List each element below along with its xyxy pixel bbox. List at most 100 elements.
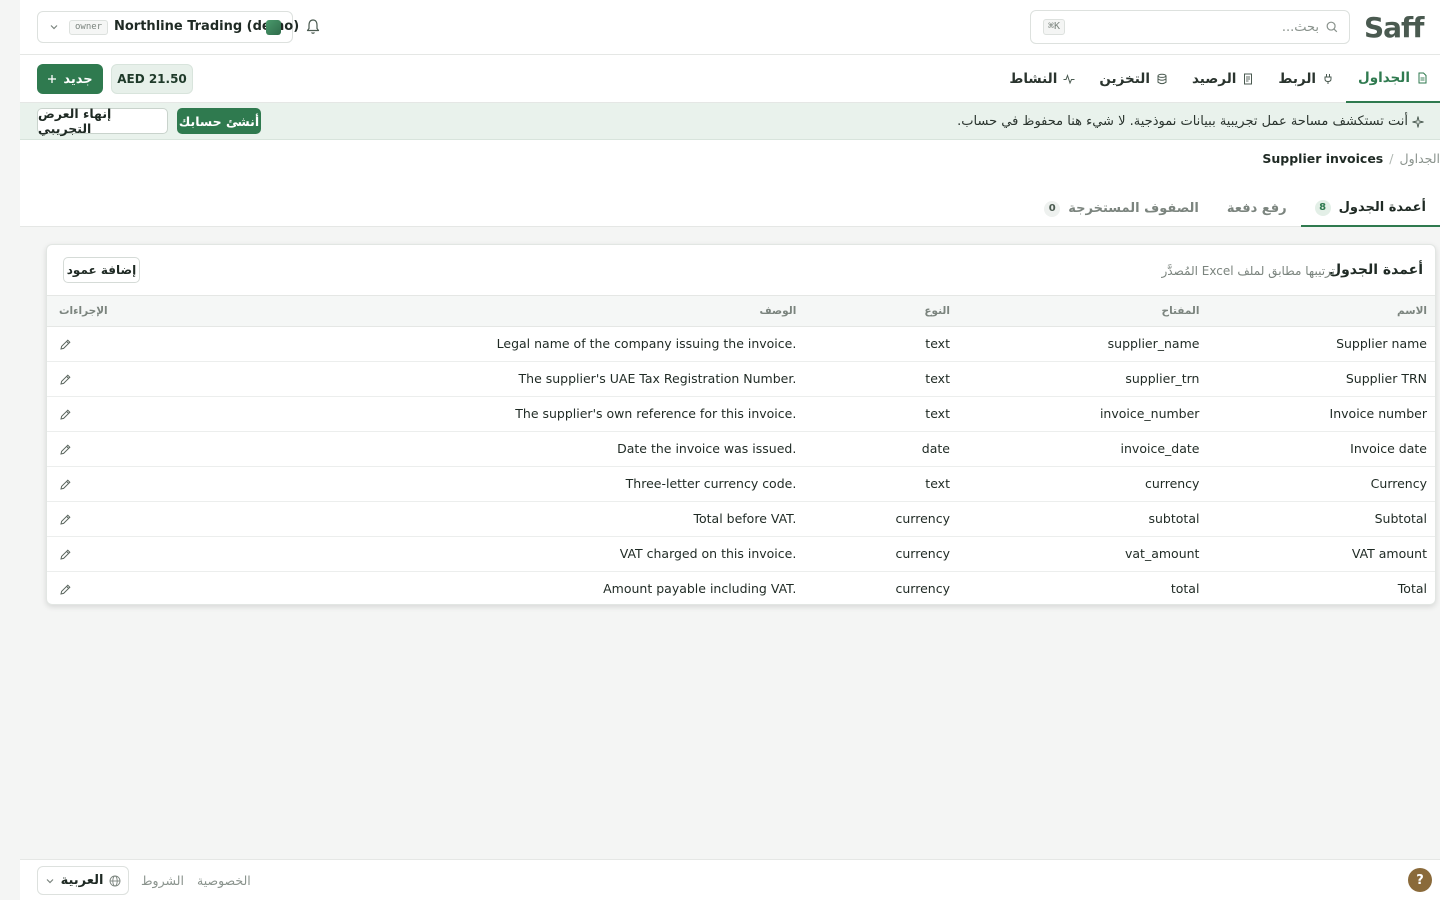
privacy-link[interactable]: الخصوصية (197, 873, 251, 888)
sub-tab-label: الصفوف المستخرجة (1068, 201, 1199, 216)
tab-tables[interactable]: الجداول (1346, 55, 1440, 103)
end-demo-button[interactable]: إنهاء العرض التجريبي (37, 106, 168, 136)
edit-icon[interactable] (59, 513, 72, 526)
column-description: The supplier's own reference for this in… (107, 396, 797, 432)
breadcrumb-root[interactable]: الجداول (1399, 151, 1440, 166)
bell-icon[interactable] (305, 18, 321, 36)
column-key: invoice_number (949, 396, 1200, 432)
brand-logo[interactable]: Saff (1364, 10, 1440, 44)
column-key: vat_amount (949, 536, 1200, 572)
tab-label: الجداول (1358, 70, 1410, 86)
card-title: أعمدة الجدول (1328, 262, 1423, 278)
search-box[interactable]: ⌘K (1030, 10, 1350, 44)
org-avatar (266, 20, 281, 35)
language-selector[interactable]: العربية (37, 866, 129, 895)
column-type: text (796, 361, 950, 397)
column-description: Total before VAT. (107, 501, 797, 537)
demo-banner: أنت تستكشف مساحة عمل تجريبية ببيانات نمو… (20, 103, 1440, 140)
search-icon (1326, 21, 1338, 33)
sub-tab-label: رفع دفعة (1226, 201, 1287, 216)
edit-icon[interactable] (59, 338, 72, 351)
create-account-button[interactable]: أنشئ حسابك (177, 108, 261, 134)
org-switcher[interactable]: owner Northline Trading (demo) (37, 11, 299, 43)
table-row: Invoice number invoice_number text The supp… (47, 396, 1435, 432)
globe-icon (109, 875, 121, 886)
column-type: currency (796, 501, 950, 537)
column-key: total (1170, 581, 1200, 597)
tab-balance[interactable]: الرصيد (1180, 55, 1266, 103)
tab-activity[interactable]: النشاط (997, 55, 1087, 103)
tab-storage[interactable]: التخزين (1087, 55, 1180, 103)
column-description: VAT charged on this invoice. (107, 536, 797, 572)
edit-icon[interactable] (59, 443, 72, 456)
edit-icon[interactable] (59, 583, 72, 596)
breadcrumb: الجداول / Supplier invoices (1262, 151, 1440, 166)
new-label: جديد (63, 71, 93, 87)
column-type: text (796, 326, 950, 362)
column-name: Supplier name (1199, 326, 1435, 362)
column-description: Date the invoice was issued. (107, 431, 797, 467)
terms-link[interactable]: الشروط (141, 873, 184, 888)
sub-tab-label: أعمدة الجدول (1338, 200, 1426, 215)
breadcrumb-separator: / (1389, 151, 1394, 166)
table-row: Total total currency Amount payable includi… (47, 571, 1435, 604)
top-bar: Saff ⌘K owner Northline Trading (demo) (20, 0, 1440, 55)
add-column-button[interactable]: إضافة عمود (63, 257, 140, 283)
logo-text: Saff (1364, 10, 1424, 44)
tab-extracted-rows[interactable]: الصفوف المستخرجة 0 (1030, 190, 1213, 227)
footer: ? الخصوصية الشروط العربية (20, 859, 1440, 900)
row-actions (47, 571, 108, 604)
shortcut-hint: ⌘K (1043, 19, 1066, 35)
sparkle-icon (1412, 115, 1424, 128)
header-name: الاسم (1199, 296, 1435, 327)
header-actions: الإجراءات (47, 296, 108, 327)
column-key: supplier_name (949, 326, 1200, 362)
edit-icon[interactable] (59, 478, 72, 491)
column-name: Invoice date (1199, 431, 1435, 467)
activity-icon (1063, 74, 1075, 85)
edit-icon[interactable] (59, 548, 72, 561)
row-actions (47, 326, 108, 362)
tab-label: النشاط (1009, 71, 1058, 87)
tab-table-columns[interactable]: أعمدة الجدول 8 (1300, 190, 1440, 227)
balance-button[interactable]: AED 21.50 (111, 64, 193, 94)
plug-icon (1324, 74, 1332, 84)
card-header: أعمدة الجدول ترتيبها مطابق لملف Excel ال… (47, 245, 1435, 296)
edit-icon[interactable] (59, 408, 72, 421)
columns-card: أعمدة الجدول ترتيبها مطابق لملف Excel ال… (46, 244, 1436, 605)
header-key: المفتاح (949, 296, 1200, 327)
column-name: Total (1397, 581, 1427, 597)
column-type: date (796, 431, 950, 467)
column-key: supplier_trn (949, 361, 1200, 397)
role-badge: owner (69, 20, 109, 35)
column-name: Subtotal (1199, 501, 1435, 537)
table-row: Currency currency text Three-letter currenc… (47, 466, 1435, 502)
table-row: Supplier name supplier_name text Legal name… (47, 326, 1435, 362)
row-actions (47, 396, 108, 432)
main-nav: الجداول الربط الرصيد التخزين النشاط AED … (20, 55, 1440, 103)
page-header: الجداول / Supplier invoices أعمدة الجدول… (20, 140, 1440, 227)
banner-message: أنت تستكشف مساحة عمل تجريبية ببيانات نمو… (957, 114, 1424, 129)
header-type: النوع (796, 296, 950, 327)
tab-upload-batch[interactable]: رفع دفعة (1213, 190, 1301, 227)
column-key: subtotal (949, 501, 1200, 537)
column-description: Amount payable including VAT. (603, 581, 797, 597)
count-badge: 8 (1314, 199, 1331, 216)
table-row: Supplier TRN supplier_trn text The supplier… (47, 361, 1435, 397)
app-shell: Saff ⌘K owner Northline Trading (demo) ا… (20, 0, 1440, 900)
row-actions (47, 501, 108, 537)
balance-amount: AED 21.50 (117, 72, 187, 86)
tab-connect[interactable]: الربط (1266, 55, 1346, 103)
row-actions (47, 466, 108, 502)
help-button[interactable]: ? (1408, 868, 1432, 892)
tab-label: الرصيد (1191, 71, 1237, 87)
new-button[interactable]: جديد (37, 64, 103, 94)
breadcrumb-current: Supplier invoices (1262, 151, 1384, 166)
edit-icon[interactable] (59, 373, 72, 386)
column-key: invoice_date (949, 431, 1200, 467)
banner-text: أنت تستكشف مساحة عمل تجريبية ببيانات نمو… (957, 114, 1408, 129)
column-name: VAT amount (1199, 536, 1435, 572)
table-row: VAT amount vat_amount currency VAT charged … (47, 536, 1435, 572)
receipt-icon (1244, 73, 1253, 85)
search-input[interactable] (1099, 17, 1319, 37)
